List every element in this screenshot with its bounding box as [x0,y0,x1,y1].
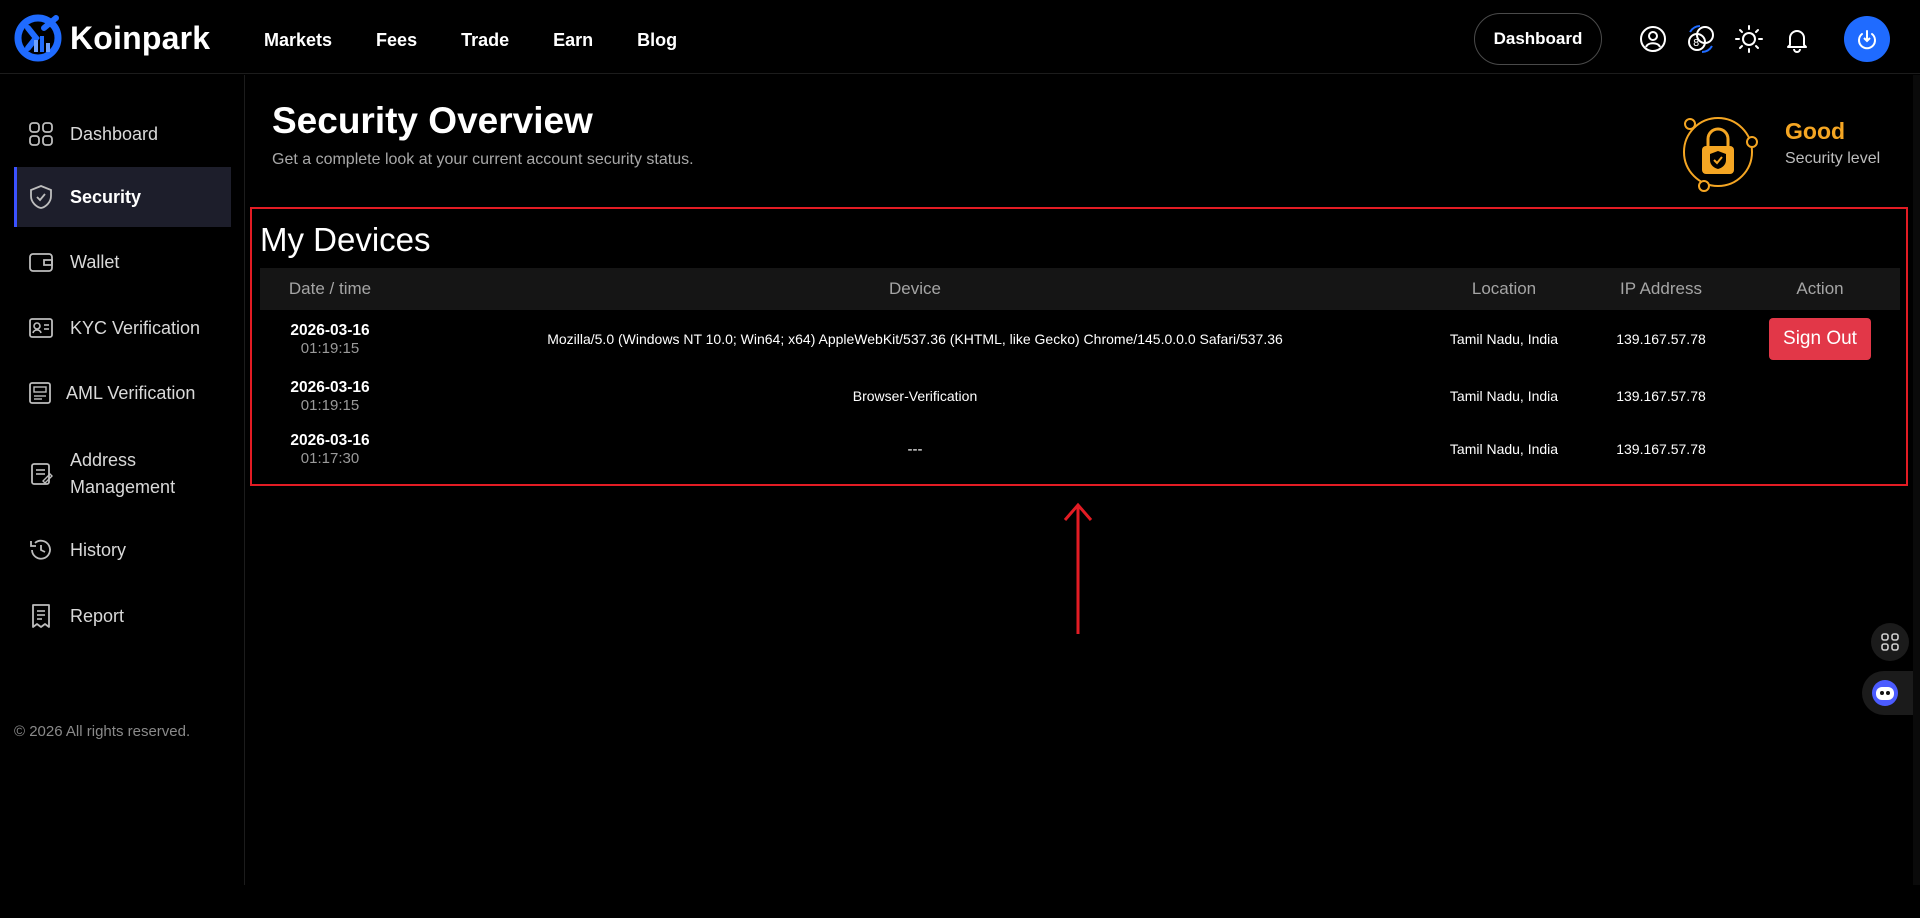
sidebar-item-label: Security [70,186,142,207]
sidebar: Dashboard Security Wallet KYC Verificati… [0,75,245,885]
row-device: Mozilla/5.0 (Windows NT 10.0; Win64; x64… [547,331,1283,347]
wallet-icon [28,249,54,275]
row-device: Browser-Verification [852,388,978,404]
dashboard-button[interactable]: Dashboard [1474,13,1602,65]
row-device: --- [907,440,923,458]
row-date: 2026-03-16 [290,431,370,449]
nav-fees[interactable]: Fees [376,30,417,51]
row-time: 01:19:15 [300,396,360,414]
devices-title: My Devices [260,221,431,258]
table-row: 2026-03-16 01:19:15 Browser-Verification… [260,368,1900,424]
column-header-location: Location [1471,279,1537,298]
row-time: 01:17:30 [300,449,360,467]
id-card-icon [28,315,54,341]
row-location: Tamil Nadu, India [1449,388,1559,404]
sidebar-item-aml-verification[interactable]: AML Verification [14,373,231,413]
sidebar-item-address-management[interactable]: Address Management [14,444,231,504]
my-devices-section: My Devices Date / time Device Location I… [250,207,1908,486]
brand-name: Koinpark [70,19,211,56]
sidebar-item-history[interactable]: History [14,530,231,570]
date-cell: 2026-03-16 01:17:30 [260,432,400,467]
header-actions: Dashboard 8 [1474,13,1890,65]
shield-icon [28,184,54,210]
id-badge-icon [27,380,53,406]
column-header-date: Date / time [288,279,372,298]
row-ip: 139.167.57.78 [1616,331,1706,347]
row-location: Tamil Nadu, India [1449,331,1559,347]
top-navbar: Koinpark Markets Fees Trade Earn Blog Da… [0,0,1920,74]
security-lock-icon [1683,117,1758,192]
koinpark-logo-icon [14,14,62,62]
main-nav: Markets Fees Trade Earn Blog [264,0,721,80]
devices-table: Date / time Device Location IP Address A… [260,268,1900,474]
sidebar-item-label: KYC Verification [70,317,201,338]
nav-trade[interactable]: Trade [461,30,509,51]
sidebar-item-label: History [70,539,127,560]
table-row: 2026-03-16 01:17:30 --- Tamil Nadu, Indi… [260,424,1900,474]
sidebar-item-label: Dashboard [70,123,159,144]
user-circle-icon[interactable] [1638,24,1668,54]
sidebar-item-security[interactable]: Security [14,167,231,227]
grid-icon [28,121,54,147]
sidebar-item-label: Report [70,605,125,626]
devices-table-header: Date / time Device Location IP Address A… [260,268,1900,310]
date-cell: 2026-03-16 01:19:15 [260,379,400,414]
nav-markets[interactable]: Markets [264,30,332,51]
chat-bot-icon[interactable] [1862,671,1920,715]
bell-icon[interactable] [1782,24,1812,54]
column-header-ip: IP Address [1620,279,1702,298]
annotation-arrow-icon [1063,502,1093,634]
nav-earn[interactable]: Earn [553,30,593,51]
address-book-icon [28,461,54,487]
coins-icon[interactable]: 8 [1686,24,1716,54]
table-row: 2026-03-16 01:19:15 Mozilla/5.0 (Windows… [260,310,1900,368]
row-date: 2026-03-16 [290,321,370,339]
action-cell: Sign Out [1744,318,1896,360]
row-time: 01:19:15 [300,339,360,357]
row-ip: 139.167.57.78 [1616,441,1706,457]
apps-grid-icon[interactable] [1871,623,1909,661]
sidebar-item-dashboard[interactable]: Dashboard [14,114,231,154]
sidebar-item-report[interactable]: Report [14,596,231,636]
sidebar-item-label: AML Verification [66,382,196,403]
brand-logo[interactable]: Koinpark [14,14,210,62]
column-header-action: Action [1796,279,1844,298]
date-cell: 2026-03-16 01:19:15 [260,322,400,357]
sidebar-item-label: Wallet [70,251,120,272]
report-icon [28,603,54,629]
copyright-text: © 2026 All rights reserved. [14,723,191,740]
row-location: Tamil Nadu, India [1449,441,1559,457]
row-date: 2026-03-16 [290,378,370,396]
sign-out-button[interactable]: Sign Out [1769,318,1871,360]
security-level-value: Good [1785,118,1846,144]
sidebar-item-label-line2: Management [70,477,176,497]
sidebar-item-wallet[interactable]: Wallet [14,242,231,282]
sidebar-item-label-group: Address Management [70,447,175,501]
sun-icon[interactable] [1734,24,1764,54]
history-icon [28,537,54,563]
column-header-device: Device [889,279,941,298]
page-title: Security Overview [272,100,593,141]
sidebar-item-label: Address [70,450,137,470]
power-icon[interactable] [1844,16,1890,62]
nav-blog[interactable]: Blog [637,30,677,51]
page-scrollbar[interactable] [1913,75,1920,885]
security-level-label: Security level [1785,150,1881,167]
page-subtitle: Get a complete look at your current acco… [272,151,694,168]
sidebar-item-kyc-verification[interactable]: KYC Verification [14,308,231,348]
row-ip: 139.167.57.78 [1616,388,1706,404]
svg-text:8: 8 [1693,38,1699,49]
